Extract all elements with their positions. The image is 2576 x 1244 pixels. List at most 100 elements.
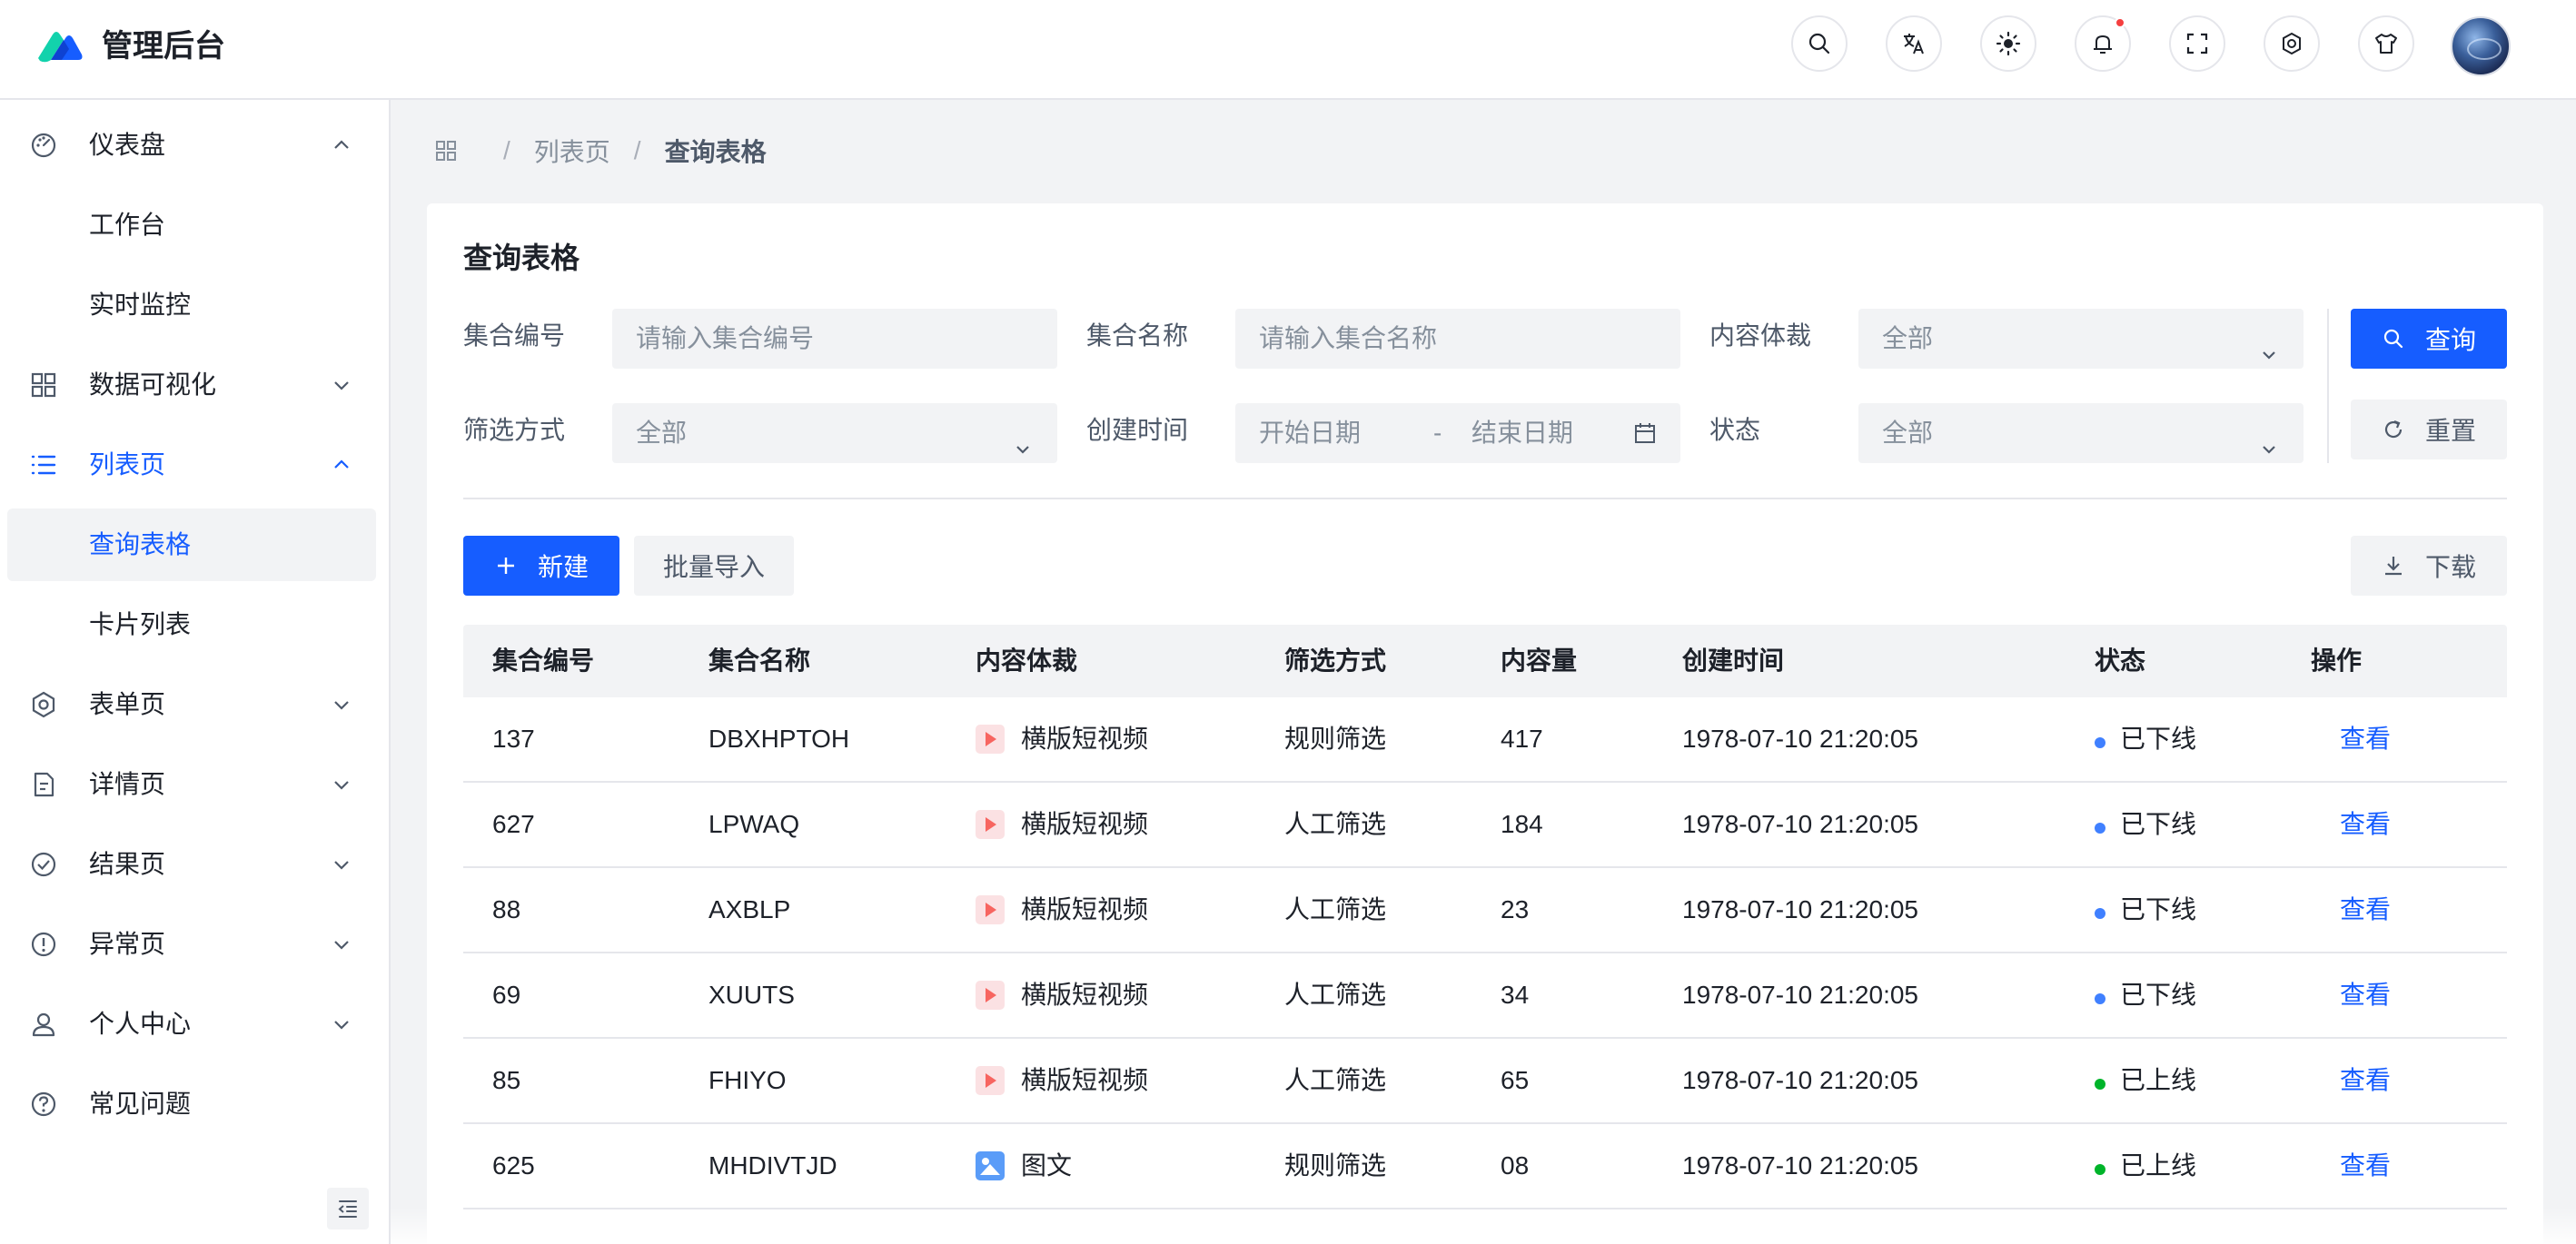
status-dot [2095,1164,2105,1175]
sidebar-item-label: 常见问题 [89,1090,192,1118]
chevron-down-icon [331,374,352,396]
video-icon [976,810,1005,839]
sidebar-item-visualization[interactable]: 数据可视化 [7,349,376,421]
sidebar-item-workbench[interactable]: 工作台 [7,189,376,262]
cell-status: 已上线 [2120,1066,2197,1094]
view-link[interactable]: 查看 [2340,1148,2391,1184]
sidebar-item-label: 数据可视化 [89,370,217,399]
sidebar-item-list[interactable]: 列表页 [7,429,376,501]
cell-content-type: 图文 [1021,1151,1073,1180]
search-icon [1808,33,1830,54]
breadcrumb-separator: / [503,136,510,164]
cell-id: 69 [492,981,521,1009]
query-button[interactable]: 查询 [2351,309,2507,369]
theme-button[interactable] [1980,15,2036,72]
settings-button[interactable] [2264,15,2320,72]
start-date-placeholder[interactable]: 开始日期 [1259,419,1361,447]
sidebar-item-query-table[interactable]: 查询表格 [7,508,376,581]
filter-type-value: 全部 [636,419,688,447]
apps-icon[interactable] [434,139,458,163]
sidebar-item-label: 个人中心 [89,1010,192,1038]
cell-created-time: 1978-07-10 21:20:05 [1682,810,1918,838]
cell-id: 625 [492,1151,535,1180]
search-button[interactable] [1791,15,1848,72]
view-link[interactable]: 查看 [2340,1062,2391,1099]
new-button[interactable]: 新建 [463,536,619,596]
cell-count: 184 [1501,810,1543,838]
breadcrumb-item-list[interactable]: 列表页 [534,133,610,169]
image-icon [976,1151,1005,1180]
date-range-separator: - [1433,419,1442,447]
cell-created-time: 1978-07-10 21:20:05 [1682,1151,1918,1180]
cell-content-type: 横版短视频 [1021,1066,1149,1094]
notification-button[interactable] [2075,15,2131,72]
sidebar-item-result[interactable]: 结果页 [7,828,376,901]
cell-content-type: 横版短视频 [1021,725,1149,753]
cell-created-time: 1978-07-10 21:20:05 [1682,725,1918,753]
cell-count: 08 [1501,1151,1530,1180]
sidebar-collapse-button[interactable] [327,1188,369,1229]
sidebar-item-form[interactable]: 表单页 [7,668,376,741]
video-icon [976,1066,1005,1095]
cell-name: XUUTS [708,981,795,1009]
cell-count: 417 [1501,725,1543,753]
skin-button[interactable] [2358,15,2414,72]
new-label: 新建 [537,553,589,581]
chevron-down-icon [1012,422,1034,454]
sidebar-item-detail[interactable]: 详情页 [7,748,376,821]
content-card: 查询表格 集合编号 请输入集合编号 集合名称 请输入集合名称 内容体裁 全部 筛… [427,203,2543,1244]
status-dot [2095,908,2105,919]
cell-content-type: 横版短视频 [1021,810,1149,838]
sidebar-item-exception[interactable]: 异常页 [7,908,376,981]
sidebar-item-faq[interactable]: 常见问题 [7,1068,376,1140]
sidebar-item-card-list[interactable]: 卡片列表 [7,588,376,661]
breadcrumb: / 列表页 / 查询表格 [434,133,767,169]
created-time-range-picker[interactable]: 开始日期 - 结束日期 [1235,403,1680,463]
fullscreen-button[interactable] [2169,15,2225,72]
sidebar-item-label: 实时监控 [89,291,192,319]
reset-button[interactable]: 重置 [2351,400,2507,459]
theme-sun-icon [1996,31,2021,56]
section-divider [463,498,2507,499]
video-icon [976,725,1005,754]
sidebar-item-label: 异常页 [89,930,166,958]
end-date-placeholder[interactable]: 结束日期 [1471,403,1573,463]
collection-name-input[interactable]: 请输入集合名称 [1235,309,1680,369]
view-link[interactable]: 查看 [2340,806,2391,843]
sidebar-item-dashboard[interactable]: 仪表盘 [7,109,376,182]
filter-type-label: 筛选方式 [463,416,566,444]
sidebar-item-monitor[interactable]: 实时监控 [7,269,376,341]
status-select[interactable]: 全部 [1858,403,2304,463]
settings-gear-icon [2283,32,2301,55]
cell-id: 85 [492,1066,521,1094]
status-value: 全部 [1882,419,1934,447]
reset-label: 重置 [2424,417,2476,445]
cell-status: 已下线 [2120,810,2197,838]
sidebar-item-label: 卡片列表 [89,610,192,638]
search-icon [2383,329,2403,349]
download-button[interactable]: 下载 [2351,536,2507,596]
breadcrumb-separator: / [633,136,641,164]
table-header: 集合编号 集合名称 内容体裁 筛选方式 内容量 创建时间 状态 操作 [463,625,2507,697]
language-button[interactable] [1886,15,1942,72]
batch-import-button[interactable]: 批量导入 [634,536,794,596]
view-link[interactable]: 查看 [2340,892,2391,928]
cell-count: 23 [1501,895,1530,923]
collection-id-label: 集合编号 [463,321,566,350]
sidebar-item-user-center[interactable]: 个人中心 [7,988,376,1061]
user-avatar[interactable] [2451,16,2511,76]
cell-status: 已上线 [2120,1151,2197,1180]
check-circle-icon [29,850,58,879]
status-dot [2095,993,2105,1004]
view-link[interactable]: 查看 [2340,721,2391,757]
status-dot [2095,823,2105,834]
translate-icon [1904,34,1924,54]
chevron-up-icon [331,134,352,156]
collection-id-input[interactable]: 请输入集合编号 [612,309,1057,369]
settings-icon [29,690,58,719]
cell-status: 已下线 [2120,725,2197,753]
content-type-select[interactable]: 全部 [1858,309,2304,369]
view-link[interactable]: 查看 [2340,977,2391,1013]
filter-type-select[interactable]: 全部 [612,403,1057,463]
page-title: 查询表格 [463,242,580,274]
